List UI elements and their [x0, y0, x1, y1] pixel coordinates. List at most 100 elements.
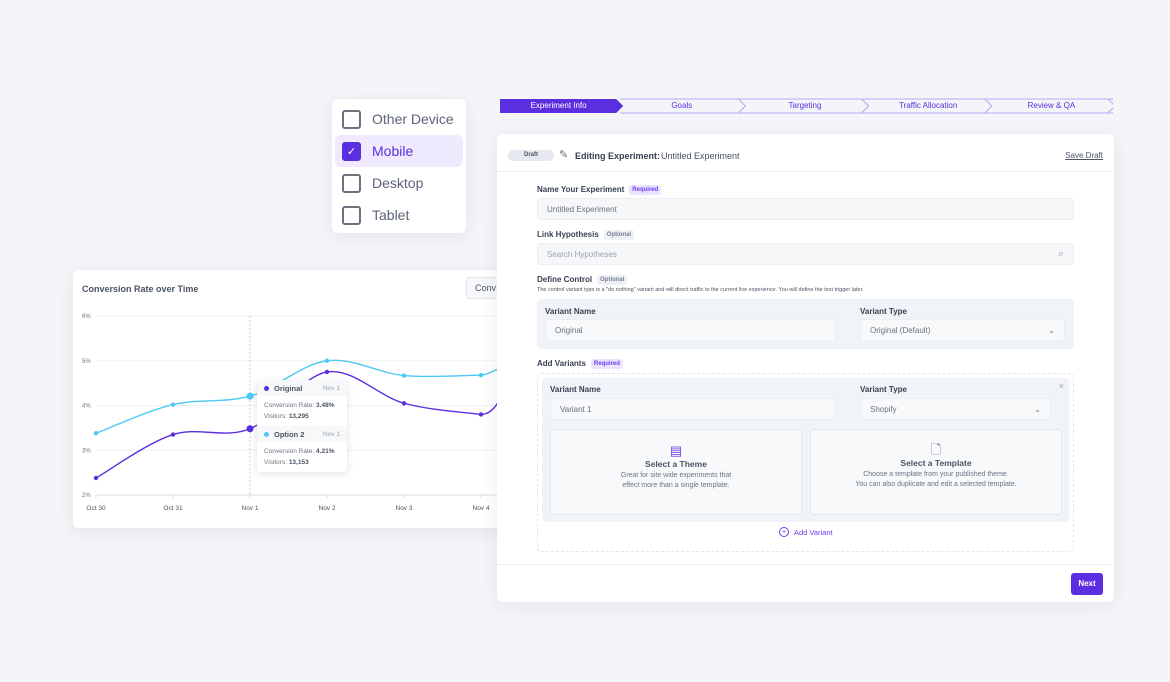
step-review-qa[interactable]: Review & QA: [990, 98, 1113, 114]
tooltip-rate: 4.21%: [316, 448, 335, 455]
tooltip-visitors: 13,153: [288, 459, 309, 466]
device-option[interactable]: Tablet: [335, 199, 463, 231]
variants-container: × Variant Name Variant Type Variant 1 Sh…: [537, 373, 1074, 552]
step-goals[interactable]: Goals: [620, 98, 743, 114]
device-label: Tablet: [372, 207, 410, 223]
select-theme-tile[interactable]: ▤ Select a Theme Great for site wide exp…: [550, 429, 802, 515]
tooltip-rate-label: Conversion Rate:: [264, 402, 315, 409]
device-option[interactable]: Other Device: [335, 103, 463, 135]
hypothesis-search-input[interactable]: Search Hypotheses ⌕: [537, 243, 1074, 265]
tooltip-rate: 3.48%: [316, 402, 335, 409]
step-traffic-allocation[interactable]: Traffic Allocation: [867, 98, 990, 114]
plus-circle-icon: +: [779, 527, 789, 537]
device-label: Other Device: [372, 111, 454, 127]
form-header: Draft ✎ Editing Experiment: Untitled Exp…: [497, 134, 1114, 172]
name-label: Name Your Experiment Required: [537, 184, 662, 195]
tooltip-rate-label: Conversion Rate:: [264, 448, 315, 455]
data-point: [170, 402, 176, 407]
tooltip-date: Nov 1: [323, 430, 340, 438]
control-description: The control variant type is a "do nothin…: [537, 287, 864, 293]
variant-type-label: Variant Type: [860, 385, 907, 394]
next-button[interactable]: Next: [1071, 573, 1103, 595]
control-label: Define Control Optional: [537, 274, 628, 285]
variant-name-label: Variant Name: [550, 385, 601, 394]
y-tick-label: 2%: [82, 493, 91, 499]
data-point: [246, 425, 254, 433]
chevron-down-icon: ⌄: [1048, 325, 1055, 335]
variant-name-label: Variant Name: [545, 307, 596, 316]
data-point: [170, 432, 176, 437]
chart-card: 2% 3% 4% 5% 6% Oct 30 Oct 31 Nov 1 Nov 2 Nov 3 Nov…: [73, 270, 526, 528]
step-targeting[interactable]: Targeting: [743, 98, 866, 114]
data-point: [478, 412, 484, 417]
y-tick-label: 6%: [82, 314, 91, 320]
device-label: Mobile: [372, 143, 414, 159]
experiment-title: Untitled Experiment: [661, 151, 740, 161]
y-tick-label: 4%: [82, 404, 91, 410]
select-template-tile[interactable]: 🗋 Select a Template Choose a template fr…: [810, 429, 1062, 515]
step-experiment-info[interactable]: Experiment Info: [497, 98, 620, 114]
x-tick-label: Nov 3: [396, 505, 413, 512]
select-value: Original (Default): [870, 325, 931, 335]
y-tick-label: 3%: [82, 448, 91, 454]
x-tick-label: Oct 31: [163, 505, 183, 512]
theme-layout-icon: ▤: [669, 443, 683, 458]
optional-badge: Optional: [603, 229, 635, 240]
experiment-stepper: Experiment Info Goals Targeting Traffic All…: [497, 98, 1113, 114]
data-point: [401, 373, 407, 378]
search-icon[interactable]: ⌕: [1058, 248, 1064, 261]
add-variants-label: Add Variants Required: [537, 358, 623, 369]
variant-panel: × Variant Name Variant Type Variant 1 Sh…: [542, 378, 1069, 522]
optional-badge: Optional: [597, 274, 628, 285]
tooltip-date: Nov 1: [323, 384, 340, 392]
template-title: Select a Template: [900, 458, 972, 468]
variant-type-label: Variant Type: [860, 307, 907, 316]
experiment-form: Draft ✎ Editing Experiment: Untitled Exp…: [497, 134, 1114, 602]
data-point: [246, 392, 254, 400]
variant-type-select[interactable]: Shopify ⌄: [860, 398, 1051, 420]
device-filter-dropdown: Other Device ✓ Mobile Desktop Tablet: [332, 99, 466, 233]
control-label-text: Define Control: [537, 275, 593, 284]
footer-divider: [497, 564, 1114, 565]
chart-title: Conversion Rate over Time: [82, 284, 199, 294]
experiment-name-input[interactable]: Untitled Experiment: [537, 198, 1074, 220]
checkbox-icon[interactable]: [342, 173, 361, 193]
add-variants-label-text: Add Variants: [537, 359, 586, 368]
select-value: Shopify: [870, 404, 897, 414]
data-point: [401, 401, 407, 406]
template-file-icon: 🗋: [930, 442, 942, 457]
control-variant-panel: Variant Name Variant Type Original Origi…: [537, 299, 1074, 349]
device-label: Desktop: [372, 175, 424, 191]
editing-label: Editing Experiment:: [575, 151, 661, 161]
hypothesis-label: Link Hypothesis Optional: [537, 229, 635, 240]
name-label-text: Name Your Experiment: [537, 185, 625, 194]
tooltip-visitors-label: Visitors:: [264, 413, 287, 420]
data-point: [93, 431, 99, 436]
checkbox-icon[interactable]: [342, 109, 361, 129]
tooltip-series-name: Option 2: [274, 429, 305, 439]
edit-pencil-icon[interactable]: ✎: [559, 148, 568, 161]
data-point: [478, 372, 484, 378]
theme-description: effect more than a single template.: [622, 482, 730, 489]
data-point: [93, 475, 99, 481]
checkbox-icon[interactable]: [342, 205, 361, 225]
x-tick-label: Oct 30: [86, 505, 106, 512]
close-icon[interactable]: ×: [1059, 381, 1064, 391]
tooltip-series-name: Original: [274, 383, 303, 393]
required-badge: Required: [629, 184, 662, 195]
data-point: [324, 369, 330, 375]
chart-tooltip: Original Nov 1 Conversion Rate: 3.48% Vis…: [257, 380, 347, 472]
y-tick-label: 5%: [82, 359, 91, 365]
device-option[interactable]: Desktop: [335, 167, 463, 199]
checkbox-checked-icon[interactable]: ✓: [342, 141, 361, 161]
save-draft-link[interactable]: Save Draft: [1065, 151, 1103, 160]
add-variant-button[interactable]: + Add Variant: [779, 527, 833, 537]
device-option[interactable]: ✓ Mobile: [335, 135, 463, 167]
chevron-down-icon: ⌄: [1034, 404, 1041, 414]
variant-name-input[interactable]: Variant 1: [550, 398, 836, 420]
control-name-input[interactable]: Original: [545, 319, 836, 341]
tooltip-visitors: 13,295: [288, 413, 309, 420]
theme-title: Select a Theme: [645, 459, 707, 469]
control-type-select[interactable]: Original (Default) ⌄: [860, 319, 1065, 341]
status-badge: Draft: [508, 150, 554, 161]
